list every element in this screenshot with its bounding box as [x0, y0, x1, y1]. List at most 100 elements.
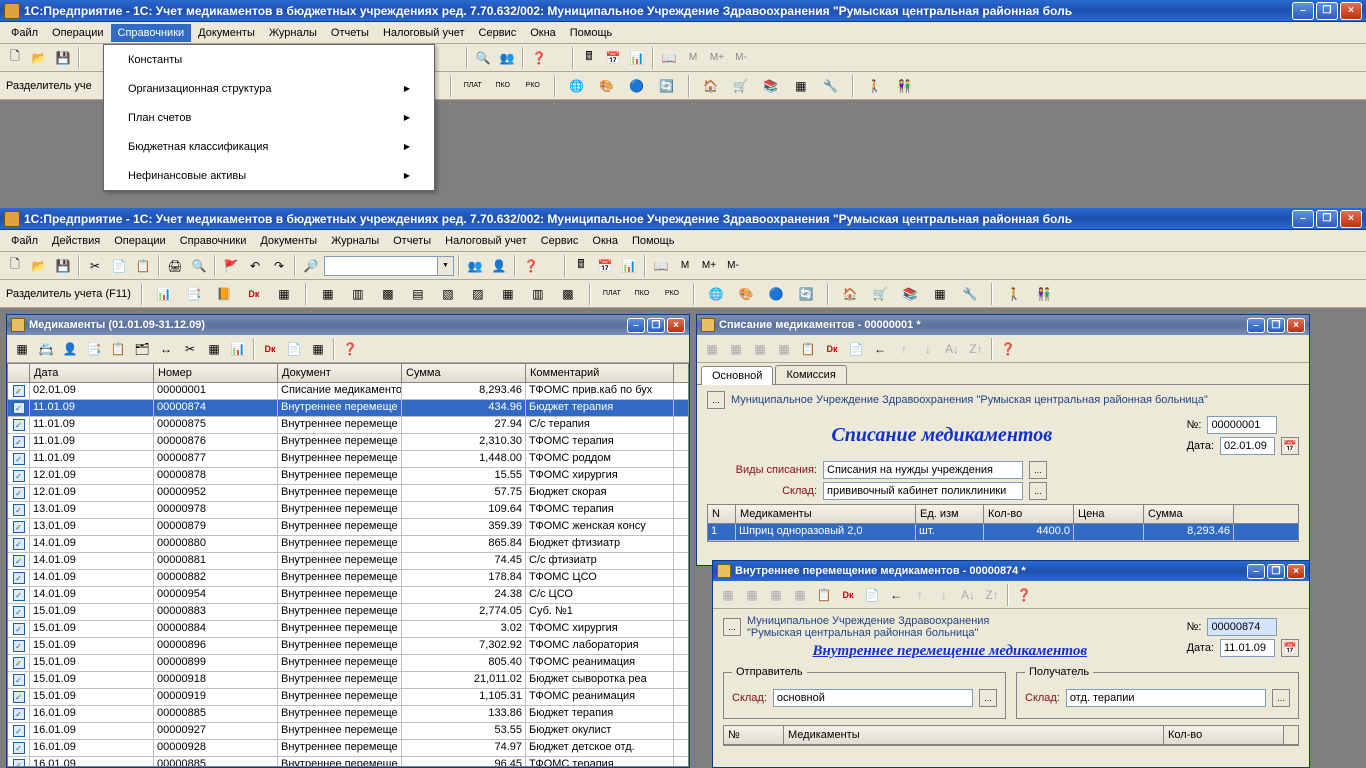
calendar-icon[interactable]: 📅 — [594, 255, 616, 277]
calc-icon[interactable]: 🖩 — [578, 47, 600, 69]
minimize-button[interactable]: – — [1247, 564, 1265, 579]
palette-icon[interactable]: 🎨 — [735, 283, 757, 305]
icon-b[interactable]: ▥ — [347, 283, 369, 305]
mminus-button[interactable]: M- — [730, 47, 752, 69]
rainbow-icon[interactable]: 🔵 — [765, 283, 787, 305]
table-row[interactable]: ✓15.01.0900000883Внутреннее перемеще2,77… — [8, 604, 688, 621]
wt-sort-asc-icon[interactable]: A↓ — [941, 338, 963, 360]
wt-icon-1[interactable]: ▦ — [701, 338, 723, 360]
jt-icon-7[interactable]: ↔ — [155, 338, 177, 360]
calc-icon[interactable]: 🖩 — [570, 255, 592, 277]
tt-icon-3[interactable]: ▦ — [765, 584, 787, 606]
binoculars-icon[interactable]: 👥 — [464, 255, 486, 277]
table-row[interactable]: ✓16.01.0900000885Внутреннее перемеще96.4… — [8, 757, 688, 767]
icon-e[interactable]: ▧ — [437, 283, 459, 305]
vid-input[interactable] — [823, 461, 1023, 479]
dk-icon[interactable]: Dк — [243, 283, 265, 305]
tt-icon-5[interactable]: 📋 — [813, 584, 835, 606]
book-icon[interactable]: 📖 — [658, 47, 680, 69]
minimize-button[interactable]: – — [627, 318, 645, 333]
wt-arrow-down-icon[interactable]: ↓ — [917, 338, 939, 360]
column-header[interactable]: Медикаменты — [736, 505, 916, 523]
calendar-icon[interactable]: 📅 — [1281, 639, 1299, 657]
pko-icon[interactable]: ПКО — [631, 283, 653, 305]
tab-main[interactable]: Основной — [701, 366, 773, 385]
person-icon[interactable]: 🚶 — [1003, 283, 1025, 305]
column-header[interactable]: Медикаменты — [784, 726, 1164, 744]
maximize-button[interactable]: ❐ — [1267, 564, 1285, 579]
rko-icon[interactable]: РКО — [661, 283, 683, 305]
person-icon[interactable]: 🚶 — [864, 75, 886, 97]
close-button[interactable]: × — [1287, 564, 1305, 579]
num-input[interactable] — [1207, 416, 1277, 434]
table-row[interactable]: ✓16.01.0900000928Внутреннее перемеще74.9… — [8, 740, 688, 757]
column-header[interactable]: Сумма — [402, 364, 526, 382]
vid-select-button[interactable]: ... — [1029, 461, 1047, 479]
jt-icon-6[interactable]: 🗂 — [131, 338, 153, 360]
jt-icon-1[interactable]: ▦ — [11, 338, 33, 360]
tt-icon-6[interactable]: 📄 — [861, 584, 883, 606]
icon-h[interactable]: ▥ — [527, 283, 549, 305]
rainbow-icon[interactable]: 🔵 — [626, 75, 648, 97]
flag-icon[interactable]: 🚩 — [220, 255, 242, 277]
search-combo[interactable]: ▼ — [324, 256, 454, 276]
column-header[interactable]: Кол-во — [1164, 726, 1284, 744]
writeoff-title-bar[interactable]: Списание медикаментов - 00000001 * – ❐ × — [697, 315, 1309, 335]
minimize-button[interactable]: – — [1247, 318, 1265, 333]
transfer-grid[interactable]: №МедикаментыКол-во — [723, 725, 1299, 746]
new-icon[interactable]: 🗋 — [4, 47, 26, 69]
table-row[interactable]: ✓11.01.0900000876Внутреннее перемеще2,31… — [8, 434, 688, 451]
menu-Операции[interactable]: Операции — [107, 232, 172, 250]
sklad-select-button[interactable]: ... — [1029, 482, 1047, 500]
tt-icon-1[interactable]: ▦ — [717, 584, 739, 606]
books-icon[interactable]: 📚 — [899, 283, 921, 305]
table-row[interactable]: ✓15.01.0900000899Внутреннее перемеще805.… — [8, 655, 688, 672]
menu-Журналы[interactable]: Журналы — [262, 24, 324, 42]
plat-icon[interactable]: ПЛАТ — [601, 283, 623, 305]
transfer-title-bar[interactable]: Внутреннее перемещение медикаментов - 00… — [713, 561, 1309, 581]
jt-help-icon[interactable]: ❓ — [339, 338, 361, 360]
maximize-button[interactable]: ❐ — [1316, 210, 1338, 228]
print-icon[interactable]: 🖨 — [164, 255, 186, 277]
close-button[interactable]: × — [1340, 2, 1362, 20]
help-icon[interactable]: ❓ — [528, 47, 550, 69]
wt-icon-4[interactable]: ▦ — [773, 338, 795, 360]
mminus-button[interactable]: M- — [722, 255, 744, 277]
menu-Сервис[interactable]: Сервис — [534, 232, 586, 250]
new-icon[interactable]: 🗋 — [4, 255, 26, 277]
grid-icon[interactable]: ▦ — [929, 283, 951, 305]
date-input[interactable] — [1220, 639, 1275, 657]
tt-arrow-left-icon[interactable]: ← — [885, 584, 907, 606]
column-header[interactable]: Номер — [154, 364, 278, 382]
menu-Сервис[interactable]: Сервис — [472, 24, 524, 42]
num-input[interactable] — [1207, 618, 1277, 636]
find-icon[interactable]: 🔎 — [300, 255, 322, 277]
maximize-button[interactable]: ❐ — [1316, 2, 1338, 20]
writeoff-grid[interactable]: NМедикаментыЕд. измКол-воЦенаСумма 1Шпри… — [707, 504, 1299, 542]
table-row[interactable]: ✓11.01.0900000877Внутреннее перемеще1,44… — [8, 451, 688, 468]
save-icon[interactable]: 💾 — [52, 47, 74, 69]
table-row[interactable]: ✓14.01.0900000954Внутреннее перемеще24.3… — [8, 587, 688, 604]
tools-icon[interactable]: 🔧 — [959, 283, 981, 305]
dropdown-item[interactable]: Бюджетная классификация▶ — [104, 132, 434, 161]
tools-icon[interactable]: 🔧 — [820, 75, 842, 97]
column-header[interactable]: Ед. изм — [916, 505, 984, 523]
column-header[interactable]: Дата — [30, 364, 154, 382]
people2-icon[interactable]: 👫 — [894, 75, 916, 97]
wt-icon-3[interactable]: ▦ — [749, 338, 771, 360]
wt-dk-icon[interactable]: Dк — [821, 338, 843, 360]
menu-Помощь[interactable]: Помощь — [625, 232, 682, 250]
globe-icon[interactable]: 🌐 — [705, 283, 727, 305]
table-row[interactable]: ✓11.01.0900000874Внутреннее перемеще434.… — [8, 400, 688, 417]
calendar-icon[interactable]: 📅 — [602, 47, 624, 69]
minimize-button[interactable]: – — [1292, 210, 1314, 228]
jt-icon-5[interactable]: 📋 — [107, 338, 129, 360]
table-row[interactable]: ✓14.01.0900000882Внутреннее перемеще178.… — [8, 570, 688, 587]
sklad-recv-input[interactable] — [1066, 689, 1266, 707]
table-row[interactable]: ✓15.01.0900000918Внутреннее перемеще21,0… — [8, 672, 688, 689]
wt-arrow-left-icon[interactable]: ← — [869, 338, 891, 360]
tt-sort-desc-icon[interactable]: Z↑ — [981, 584, 1003, 606]
plat-icon[interactable]: ПЛАТ — [462, 75, 484, 97]
tab-commission[interactable]: Комиссия — [775, 365, 846, 384]
m-button[interactable]: M — [682, 47, 704, 69]
